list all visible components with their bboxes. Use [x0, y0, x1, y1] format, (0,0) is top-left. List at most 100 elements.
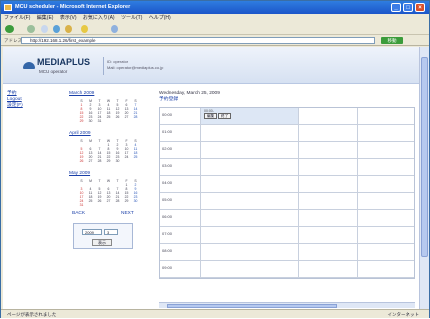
menu-view[interactable]: 表示(V) — [60, 15, 77, 21]
calendar-day — [113, 119, 122, 123]
calendar-back-link[interactable]: BACK — [72, 211, 85, 216]
menu-tools[interactable]: ツール(T) — [121, 15, 142, 21]
calendar-day — [113, 203, 122, 207]
show-button[interactable]: 表示 — [92, 239, 112, 246]
calendar-day[interactable]: 30 — [86, 119, 95, 123]
calendar-day — [122, 159, 131, 163]
favorites-icon[interactable] — [81, 25, 88, 33]
calendar-title[interactable]: May 2009 — [69, 171, 155, 177]
go-button[interactable]: 移動 — [381, 37, 403, 44]
calendar-title[interactable]: April 2009 — [69, 131, 155, 137]
end-button[interactable]: 終了 — [218, 113, 232, 119]
schedule-event[interactable]: 00:00- 編集 終了 — [201, 108, 298, 124]
schedule-panel: Wednesday, March 25, 2009 予約登録 00:00 00:… — [159, 91, 415, 279]
time-slot[interactable]: 06:00 — [160, 210, 414, 227]
menu-favorites[interactable]: お気に入り(A) — [83, 15, 115, 21]
calendar-day — [122, 119, 131, 123]
calendar-day[interactable]: 29 — [77, 119, 86, 123]
calendar-day[interactable]: 27 — [86, 159, 95, 163]
scroll-thumb[interactable] — [167, 304, 337, 308]
vertical-scrollbar[interactable] — [419, 47, 429, 309]
time-slot[interactable]: 02:00 — [160, 142, 414, 159]
address-bar: アドレス(D) http://192.168.1.26/first_exampl… — [1, 35, 429, 46]
calendar-may: May 2009 S M T W T F S 1 2 3 4 5 6 7 8 9 10 11 12 13 14 15 16 1… — [69, 171, 155, 207]
minimize-button[interactable]: _ — [391, 3, 401, 12]
slot-time: 09:00 — [162, 265, 173, 270]
status-text: ページが表示されました — [7, 312, 57, 317]
month-select[interactable]: 3 — [104, 229, 118, 235]
time-slot[interactable]: 05:00 — [160, 193, 414, 210]
horizontal-scrollbar[interactable] — [159, 302, 415, 308]
schedule-table: 00:00 00:00- 編集 終了 01:00 02:00 03:00 04:… — [159, 107, 415, 279]
calendar-day — [131, 203, 140, 207]
menu-edit[interactable]: 編集(E) — [37, 15, 54, 21]
login-info: ID: operator Mail: operator@mediaplus.co… — [107, 59, 163, 71]
slot-time: 07:00 — [162, 231, 173, 236]
maximize-button[interactable]: □ — [403, 3, 413, 12]
time-slot[interactable]: 04:00 — [160, 176, 414, 193]
calendar-grid: S M T W T F S 1 2 3 4 5 6 7 8 9 10 11 12 13 14 15 16 17 18 19 20 21… — [77, 179, 155, 207]
calendar-title[interactable]: March 2009 — [69, 91, 155, 97]
forward-icon[interactable] — [27, 25, 35, 33]
calendar-day — [104, 203, 113, 207]
slot-time: 06:00 — [162, 214, 173, 219]
calendar-day — [86, 203, 95, 207]
time-slot[interactable]: 08:00 — [160, 244, 414, 261]
calendar-next-link[interactable]: NEXT — [121, 211, 134, 216]
time-slot[interactable]: 09:00 — [160, 261, 414, 278]
slot-time: 00:00 — [162, 112, 173, 117]
calendar-grid: S M T W T F S 1 2 3 4 5 6 7 8 9 10 11 12 13 14 15 16 17 18 19 20 21… — [77, 139, 155, 163]
calendar-day[interactable]: 26 — [77, 159, 86, 163]
calendar-day[interactable]: 29 — [104, 159, 113, 163]
date-selector: 2009 3 表示 — [73, 223, 133, 249]
year-select[interactable]: 2009 — [82, 229, 102, 235]
time-slot[interactable]: 07:00 — [160, 227, 414, 244]
calendar-day — [131, 119, 140, 123]
browser-window: MCU scheduler - Microsoft Internet Explo… — [0, 0, 430, 318]
address-input[interactable]: http://192.168.1.26/first_example — [21, 37, 375, 44]
menu-bar: ファイル(F) 編集(E) 表示(V) お気に入り(A) ツール(T) ヘルプ(… — [1, 14, 429, 23]
window-title: MCU scheduler - Microsoft Internet Explo… — [15, 4, 131, 10]
close-button[interactable]: × — [415, 3, 425, 12]
calendar-day — [104, 119, 113, 123]
calendar-day[interactable]: 30 — [113, 159, 122, 163]
scroll-thumb[interactable] — [421, 57, 428, 257]
title-bar: MCU scheduler - Microsoft Internet Explo… — [1, 1, 429, 14]
time-slot[interactable]: 03:00 — [160, 159, 414, 176]
calendar-grid: S M T W T F S 1 2 3 4 5 6 7 8 9 10 11 12 13 14 15 16 17 18 19 20 21… — [77, 99, 155, 123]
back-icon[interactable] — [5, 25, 14, 33]
login-mail: Mail: operator@mediaplus.co.jp — [107, 65, 164, 70]
logo-icon — [23, 62, 35, 69]
slot-time: 05:00 — [162, 197, 173, 202]
media-icon[interactable] — [111, 25, 118, 33]
home-icon[interactable] — [65, 25, 72, 33]
register-link[interactable]: 予約登録 — [159, 97, 415, 103]
stop-icon[interactable] — [41, 25, 48, 33]
nav-settings[interactable]: 設定(F) — [7, 103, 67, 109]
calendar-day[interactable]: 28 — [95, 159, 104, 163]
time-slot[interactable]: 00:00 00:00- 編集 終了 — [160, 108, 414, 125]
page-content: MEDIAPLUS MCU operator ID: operator Mail… — [3, 47, 419, 309]
slot-time: 03:00 — [162, 163, 173, 168]
edit-button[interactable]: 編集 — [204, 113, 218, 119]
calendar-day[interactable]: 31 — [77, 203, 86, 207]
toolbar — [1, 23, 429, 35]
calendar-march: March 2009 S M T W T F S 1 2 3 4 5 6 7 8 9 10 11 12 13 14 15 1… — [69, 91, 155, 123]
app-subtitle: MCU operator — [39, 69, 68, 74]
calendar-column: March 2009 S M T W T F S 1 2 3 4 5 6 7 8 9 10 11 12 13 14 15 1… — [69, 91, 155, 249]
left-nav: 予約 Logout 設定(F) — [7, 91, 67, 109]
refresh-icon[interactable] — [53, 25, 60, 33]
calendar-day — [131, 159, 140, 163]
menu-help[interactable]: ヘルプ(H) — [149, 15, 171, 21]
calendar-day — [95, 203, 104, 207]
slot-time: 04:00 — [162, 180, 173, 185]
slot-time: 08:00 — [162, 248, 173, 253]
app-logo: MEDIAPLUS — [37, 57, 91, 67]
calendar-day — [122, 203, 131, 207]
menu-file[interactable]: ファイル(F) — [4, 15, 30, 21]
calendar-april: April 2009 S M T W T F S 1 2 3 4 5 6 7 8 9 10 11 12 13 14 15 1… — [69, 131, 155, 163]
calendar-nav: BACK NEXT — [69, 211, 155, 217]
calendar-day[interactable]: 31 — [95, 119, 104, 123]
time-slot[interactable]: 01:00 — [160, 125, 414, 142]
status-bar: ページが表示されました インターネット — [1, 309, 429, 318]
